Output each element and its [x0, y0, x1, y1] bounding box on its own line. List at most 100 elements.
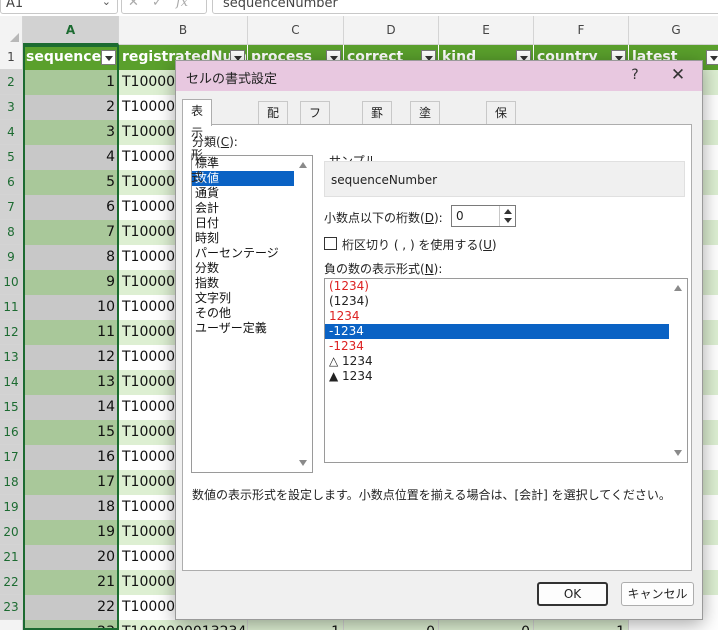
- row-header[interactable]: 6: [0, 170, 22, 195]
- column-header-g[interactable]: G: [629, 16, 718, 45]
- row-header[interactable]: 14: [0, 370, 22, 395]
- row-header[interactable]: 3: [0, 95, 22, 120]
- row-header[interactable]: 9: [0, 245, 22, 270]
- enter-icon[interactable]: ✓: [152, 0, 163, 10]
- scroll-up-icon[interactable]: [674, 285, 682, 291]
- category-item[interactable]: ユーザー定義: [192, 321, 294, 336]
- category-item[interactable]: 文字列: [192, 291, 294, 306]
- column-header-d[interactable]: D: [344, 16, 439, 45]
- fx-icon[interactable]: fx: [176, 0, 188, 10]
- row-header[interactable]: 8: [0, 220, 22, 245]
- category-scrollbar[interactable]: [295, 156, 312, 472]
- category-item[interactable]: 数値: [192, 171, 294, 186]
- cell-sequence-number[interactable]: 9: [23, 270, 119, 295]
- table-cell[interactable]: 1: [248, 620, 344, 630]
- cell-sequence-number[interactable]: 7: [23, 220, 119, 245]
- negative-format-item[interactable]: 1234: [325, 309, 669, 324]
- cell-sequence-number[interactable]: 19: [23, 520, 119, 545]
- stepper-buttons[interactable]: [499, 206, 515, 226]
- scroll-down-icon[interactable]: [299, 460, 307, 466]
- tab-font[interactable]: フォント: [300, 101, 331, 186]
- scroll-up-icon[interactable]: [299, 162, 307, 168]
- category-item[interactable]: 分数: [192, 261, 294, 276]
- negative-format-item[interactable]: ▲ 1234: [325, 369, 669, 384]
- column-header-c[interactable]: C: [248, 16, 344, 45]
- category-item[interactable]: パーセンテージ: [192, 246, 294, 261]
- row-header[interactable]: 5: [0, 145, 22, 170]
- row-header[interactable]: 13: [0, 345, 22, 370]
- thousands-separator-checkbox[interactable]: [324, 237, 337, 250]
- category-item[interactable]: 時刻: [192, 231, 294, 246]
- header-cell[interactable]: sequenceN: [23, 45, 119, 70]
- cell-sequence-number[interactable]: 6: [23, 195, 119, 220]
- row-header[interactable]: 15: [0, 395, 22, 420]
- cell-sequence-number[interactable]: 4: [23, 145, 119, 170]
- tab-fill[interactable]: 塗りつぶし: [410, 101, 441, 208]
- category-item[interactable]: その他: [192, 306, 294, 321]
- cell-sequence-number[interactable]: 15: [23, 420, 119, 445]
- row-header[interactable]: 17: [0, 445, 22, 470]
- negative-format-list[interactable]: (1234) (1234) 1234 -1234 -1234 △ 1234 ▲ 1234: [324, 278, 688, 463]
- close-icon[interactable]: ✕: [669, 65, 687, 85]
- filter-dropdown-icon[interactable]: [706, 50, 718, 65]
- negative-format-item[interactable]: △ 1234: [325, 354, 669, 369]
- category-list[interactable]: 標準 数値 通貨 会計 日付 時刻 パーセンテージ 分数 指数 文字列 その他 ユーザー定義: [191, 155, 313, 473]
- cell-registrated-number[interactable]: T1000000013234: [119, 620, 248, 630]
- row-header[interactable]: 21: [0, 545, 22, 570]
- row-header[interactable]: 16: [0, 420, 22, 445]
- tab-alignment[interactable]: 配置: [258, 101, 289, 142]
- row-header[interactable]: 18: [0, 470, 22, 495]
- tab-number[interactable]: 表示形式: [182, 99, 213, 184]
- negative-format-item[interactable]: (1234): [325, 279, 669, 294]
- cell-sequence-number[interactable]: 5: [23, 170, 119, 195]
- cell-sequence-number[interactable]: 16: [23, 445, 119, 470]
- cell-sequence-number[interactable]: 18: [23, 495, 119, 520]
- row-header[interactable]: 22: [0, 570, 22, 595]
- table-cell[interactable]: 0: [439, 620, 534, 630]
- row-header[interactable]: 19: [0, 495, 22, 520]
- cell-sequence-number[interactable]: 17: [23, 470, 119, 495]
- category-item[interactable]: 指数: [192, 276, 294, 291]
- row-header[interactable]: 4: [0, 120, 22, 145]
- row-header[interactable]: 20: [0, 520, 22, 545]
- ok-button[interactable]: OK: [537, 582, 608, 606]
- row-header[interactable]: 11: [0, 295, 22, 320]
- decimal-places-stepper[interactable]: 0: [451, 205, 516, 227]
- row-header[interactable]: 12: [0, 320, 22, 345]
- cell-sequence-number[interactable]: 22: [23, 595, 119, 620]
- cell-sequence-number[interactable]: 13: [23, 370, 119, 395]
- column-header-b[interactable]: B: [119, 16, 248, 45]
- cell-sequence-number[interactable]: 1: [23, 70, 119, 95]
- category-item[interactable]: 日付: [192, 216, 294, 231]
- column-header-f[interactable]: F: [534, 16, 629, 45]
- row-header[interactable]: 1: [0, 45, 22, 70]
- chevron-down-icon[interactable]: ⌄: [102, 0, 111, 8]
- table-cell[interactable]: 0: [344, 620, 439, 630]
- negative-format-item[interactable]: -1234: [325, 339, 669, 354]
- cell-sequence-number[interactable]: 14: [23, 395, 119, 420]
- cell-sequence-number[interactable]: 20: [23, 545, 119, 570]
- negative-scrollbar[interactable]: [670, 279, 687, 462]
- negative-format-item[interactable]: (1234): [325, 294, 669, 309]
- category-item[interactable]: 通貨: [192, 186, 294, 201]
- cell-sequence-number[interactable]: 12: [23, 345, 119, 370]
- row-header[interactable]: 23: [0, 595, 22, 620]
- stepper-up-icon[interactable]: [504, 209, 512, 214]
- cancel-button[interactable]: キャンセル: [621, 582, 694, 606]
- category-item[interactable]: 標準: [192, 156, 294, 171]
- cell-sequence-number[interactable]: 21: [23, 570, 119, 595]
- formula-input[interactable]: sequenceNumber: [212, 0, 718, 14]
- filter-dropdown-icon[interactable]: [101, 50, 116, 65]
- name-box[interactable]: A1 ⌄: [0, 0, 118, 14]
- cancel-icon[interactable]: ✕: [128, 0, 139, 10]
- select-all-button[interactable]: [0, 16, 23, 45]
- tab-protection[interactable]: 保護: [486, 101, 517, 142]
- row-header[interactable]: 2: [0, 70, 22, 95]
- row-header[interactable]: 10: [0, 270, 22, 295]
- cell-sequence-number[interactable]: 23: [23, 620, 119, 630]
- category-item[interactable]: 会計: [192, 201, 294, 216]
- cell-sequence-number[interactable]: 2: [23, 95, 119, 120]
- column-header-e[interactable]: E: [439, 16, 534, 45]
- row-header[interactable]: 7: [0, 195, 22, 220]
- column-header-a[interactable]: A: [23, 16, 119, 45]
